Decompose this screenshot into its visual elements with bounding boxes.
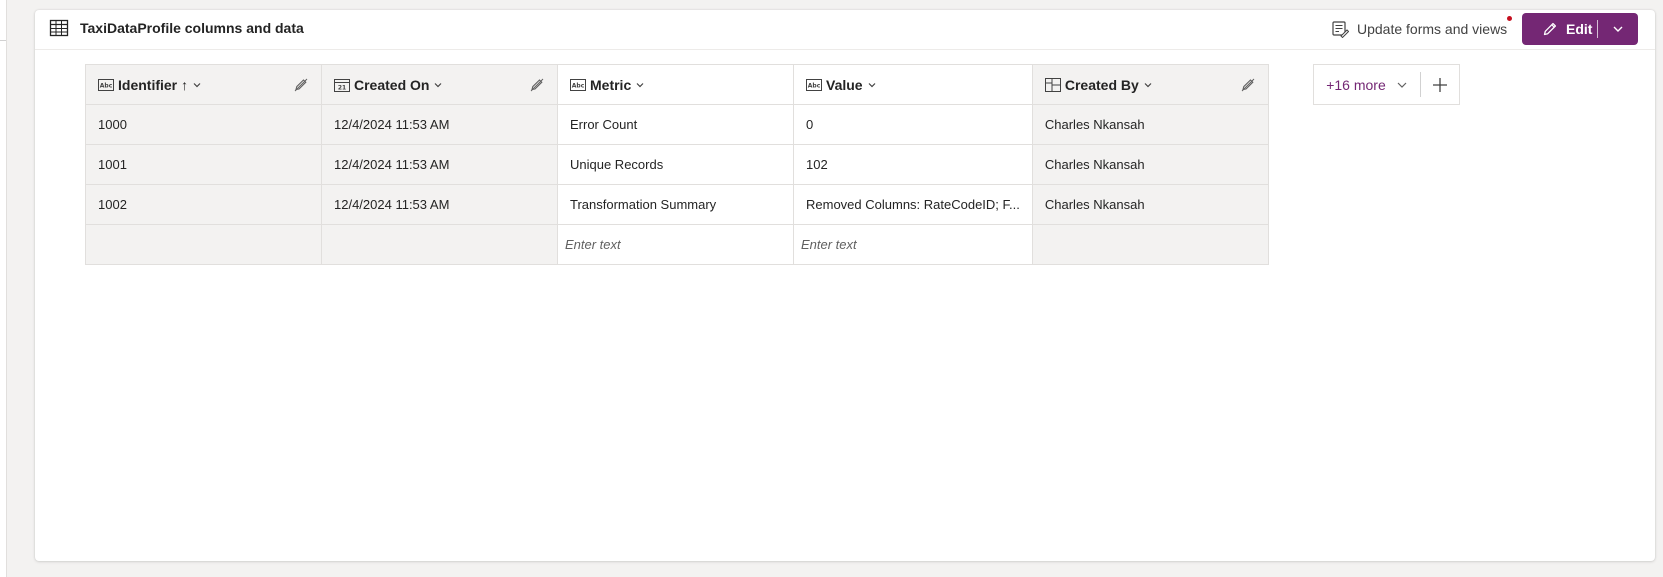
cell-value[interactable]: 102 [793,144,1033,185]
table-row: 1001 12/4/2024 11:53 AM Unique Records 1… [85,144,1269,185]
new-cell-identifier [85,224,322,265]
update-forms-label: Update forms and views [1357,21,1508,37]
cell-created-by[interactable]: Charles Nkansah [1031,104,1269,145]
edit-label: Edit [1566,21,1593,37]
chevron-down-icon [868,82,876,87]
cell-identifier[interactable]: 1000 [85,104,322,145]
edit-locked-icon [1241,78,1255,92]
new-metric-input[interactable]: Enter text [557,224,794,265]
edit-split-button: Edit [1522,13,1638,45]
table-row: 1000 12/4/2024 11:53 AM Error Count 0 Ch… [85,104,1269,145]
column-header-value[interactable]: Abc Value [793,64,1033,105]
new-cell-created-on [321,224,558,265]
text-type-icon: Abc [806,78,822,91]
column-header-created-on[interactable]: 21 Created On [321,64,558,105]
data-grid: Abc Identifier ↑ 21 Created On Abc Metri… [85,64,1269,265]
left-nav-edge [0,0,7,577]
more-columns-button[interactable]: +16 more [1314,65,1420,104]
edit-locked-icon [294,78,308,92]
cell-created-by[interactable]: Charles Nkansah [1031,184,1269,225]
add-column-button[interactable] [1421,65,1459,104]
chevron-down-icon [435,82,442,87]
cell-metric[interactable]: Unique Records [557,144,794,185]
update-forms-and-views-button[interactable]: Update forms and views [1331,10,1512,48]
svg-text:Abc: Abc [808,82,821,89]
svg-text:Abc: Abc [572,82,585,89]
chevron-down-icon [1613,26,1623,32]
chevron-down-icon [636,82,644,87]
more-columns-label: +16 more [1326,76,1386,93]
new-row: Enter text Enter text [85,224,1269,265]
form-edit-icon [1332,21,1349,38]
lookup-icon [1044,77,1061,92]
cell-created-by[interactable]: Charles Nkansah [1031,144,1269,185]
edit-button[interactable]: Edit [1522,13,1597,45]
cell-metric[interactable]: Transformation Summary [557,184,794,225]
column-label: Value [826,76,863,93]
column-label: Created On [354,76,430,93]
column-header-metric[interactable]: Abc Metric [557,64,794,105]
new-cell-created-by [1031,224,1269,265]
text-type-icon: Abc [570,78,586,91]
plus-icon [1433,77,1447,92]
column-label: Created By [1064,76,1139,93]
cell-value[interactable]: Removed Columns: RateCodeID; F... [793,184,1033,225]
calendar-icon: 21 [334,78,350,92]
cell-identifier[interactable]: 1002 [85,184,322,225]
column-header-identifier[interactable]: Abc Identifier ↑ [85,64,322,105]
columns-and-data-panel: TaxiDataProfile columns and data Update … [35,10,1655,561]
column-label: Metric [590,76,632,93]
svg-text:21: 21 [338,84,346,91]
new-value-input[interactable]: Enter text [793,224,1033,265]
panel-header: TaxiDataProfile columns and data Update … [35,10,1655,50]
cell-created-on[interactable]: 12/4/2024 11:53 AM [321,184,558,225]
grid-header-row: Abc Identifier ↑ 21 Created On Abc Metri… [85,64,1269,105]
column-header-created-by[interactable]: Created By [1031,64,1269,105]
table-row: 1002 12/4/2024 11:53 AM Transformation S… [85,184,1269,225]
panel-title: TaxiDataProfile columns and data [80,20,304,36]
cell-identifier[interactable]: 1001 [85,144,322,185]
edit-locked-icon [530,78,544,92]
cell-value[interactable]: 0 [793,104,1033,145]
cell-created-on[interactable]: 12/4/2024 11:53 AM [321,144,558,185]
pencil-icon [1543,22,1557,36]
text-type-icon: Abc [98,78,114,91]
table-icon [49,19,69,37]
chevron-down-icon [1144,82,1152,87]
cell-metric[interactable]: Error Count [557,104,794,145]
svg-text:Abc: Abc [100,82,113,89]
more-columns-header: +16 more [1313,64,1460,105]
notification-dot [1507,16,1512,21]
column-label: Identifier [118,76,178,93]
cell-created-on[interactable]: 12/4/2024 11:53 AM [321,104,558,145]
chevron-down-icon [193,82,201,87]
chevron-down-icon [1397,82,1407,88]
edit-options-button[interactable] [1598,13,1638,45]
sort-ascending-icon: ↑ [181,76,189,93]
